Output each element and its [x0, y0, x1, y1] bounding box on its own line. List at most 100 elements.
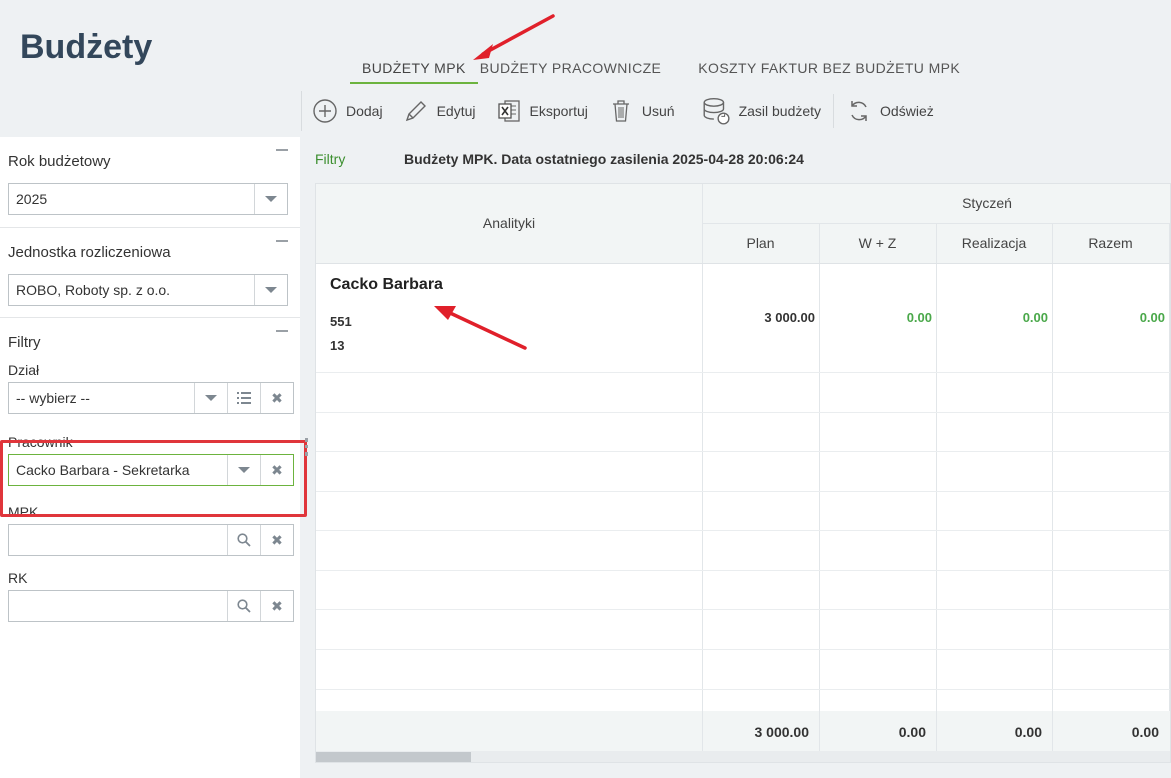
filters-link[interactable]: Filtry	[315, 151, 345, 167]
year-section-title: Rok budżetowy	[8, 153, 111, 170]
col-header-razem[interactable]: Razem	[1052, 235, 1169, 251]
add-button[interactable]: Dodaj	[302, 93, 393, 129]
left-panel: Rok budżetowy 2025 Jednostka rozliczenio…	[0, 137, 307, 778]
year-dropdown-button[interactable]	[254, 184, 287, 214]
unit-section: Jednostka rozliczeniowa ROBO, Roboty sp.…	[0, 228, 300, 318]
rk-clear-button[interactable]: ✖	[260, 591, 293, 621]
close-icon: ✖	[271, 597, 283, 614]
col-header-wz[interactable]: W + Z	[819, 235, 936, 251]
row-realizacja-value: 0.00	[1022, 310, 1048, 325]
total-realizacja-value: 0.00	[1014, 724, 1042, 740]
list-icon	[237, 392, 251, 404]
edit-button[interactable]: Edytuj	[393, 93, 486, 129]
col-header-plan[interactable]: Plan	[702, 235, 819, 251]
grid-line	[316, 570, 1170, 571]
add-label: Dodaj	[346, 103, 383, 119]
mpk-clear-button[interactable]: ✖	[260, 525, 293, 555]
unit-select[interactable]: ROBO, Roboty sp. z o.o.	[8, 274, 288, 306]
grid-line	[316, 263, 1170, 264]
refresh-label: Odśwież	[880, 103, 934, 119]
page-title: Budżety	[20, 28, 153, 66]
row-razem-value: 0.00	[1139, 310, 1165, 325]
year-select[interactable]: 2025	[8, 183, 288, 215]
toolbar-separator	[833, 94, 835, 128]
refresh-icon	[851, 101, 867, 121]
dzial-dropdown-button[interactable]	[194, 383, 227, 413]
tab-budzety-mpk[interactable]: BUDŻETY MPK	[350, 56, 478, 84]
col-header-analytics[interactable]: Analityki	[316, 215, 702, 231]
row-line1: 551	[330, 314, 352, 329]
close-icon: ✖	[271, 531, 283, 548]
total-razem-value: 0.00	[1131, 724, 1159, 740]
trash-icon	[612, 100, 629, 122]
rk-input[interactable]: ✖	[8, 590, 294, 622]
dzial-select[interactable]: -- wybierz -- ✖	[8, 382, 294, 414]
budget-grid: Analityki Styczeń Plan W + Z Realizacja …	[315, 183, 1171, 763]
grid-line	[316, 412, 1170, 413]
pencil-icon	[405, 101, 426, 122]
scrollbar-thumb[interactable]	[316, 752, 471, 762]
close-icon: ✖	[271, 389, 283, 406]
info-text: Budżety MPK. Data ostatniego zasilenia 2…	[404, 151, 804, 167]
grid-line	[316, 451, 1170, 452]
row-employee-name: Cacko Barbara	[330, 276, 443, 293]
grid-line	[702, 184, 703, 751]
grid-line	[819, 223, 820, 751]
row-plan-value: 3 000.00	[764, 310, 815, 325]
row-wz-value: 0.00	[906, 310, 932, 325]
toolbar: Dodaj Edytuj Eksportuj Usuń Zasil budżet…	[301, 91, 944, 131]
plus-circle-icon	[313, 99, 337, 123]
year-value: 2025	[16, 191, 48, 207]
splitter-handle[interactable]	[305, 438, 309, 456]
grid-line	[316, 530, 1170, 531]
chevron-down-icon	[205, 395, 217, 401]
unit-value: ROBO, Roboty sp. z o.o.	[16, 282, 171, 298]
grid-line	[316, 689, 1170, 690]
export-button[interactable]: Eksportuj	[486, 93, 598, 129]
delete-label: Usuń	[641, 103, 675, 119]
grid-line	[1052, 223, 1053, 751]
mpk-input[interactable]: ✖	[8, 524, 294, 556]
filters-section-title: Filtry	[8, 334, 41, 351]
total-plan-value: 3 000.00	[754, 724, 810, 740]
collapse-icon[interactable]	[276, 149, 288, 151]
grid-line	[936, 223, 937, 751]
chevron-down-icon	[265, 196, 277, 202]
excel-icon	[497, 100, 520, 122]
col-header-realizacja[interactable]: Realizacja	[936, 235, 1052, 251]
database-refresh-icon	[703, 97, 730, 125]
export-label: Eksportuj	[529, 103, 588, 119]
grid-line	[1169, 223, 1170, 751]
dzial-label: Dział	[8, 362, 40, 378]
dzial-clear-button[interactable]: ✖	[260, 383, 293, 413]
feed-budgets-label: Zasil budżety	[738, 103, 822, 119]
year-section: Rok budżetowy 2025	[0, 137, 300, 228]
search-icon	[237, 533, 251, 547]
tab-budzety-pracownicze[interactable]: BUDŻETY PRACOWNICZE	[478, 56, 674, 84]
dzial-value: -- wybierz --	[16, 390, 90, 406]
delete-button[interactable]: Usuń	[598, 93, 685, 129]
collapse-icon[interactable]	[276, 330, 288, 332]
col-header-month: Styczeń	[962, 195, 1012, 211]
feed-budgets-button[interactable]: Zasil budżety	[691, 93, 831, 129]
collapse-icon[interactable]	[276, 240, 288, 242]
rk-label: RK	[8, 570, 28, 586]
rk-search-button[interactable]	[227, 591, 260, 621]
row-line2: 13	[330, 338, 345, 353]
highlight-box	[0, 440, 307, 517]
grid-line	[316, 649, 1170, 650]
total-wz-value: 0.00	[898, 724, 926, 740]
grid-line	[316, 491, 1170, 492]
edit-label: Edytuj	[436, 103, 476, 119]
search-icon	[237, 599, 251, 613]
grid-line	[316, 609, 1170, 610]
chevron-down-icon	[265, 287, 277, 293]
dzial-list-button[interactable]	[227, 383, 260, 413]
grid-line	[316, 372, 1170, 373]
refresh-button[interactable]: Odśwież	[836, 93, 944, 129]
tab-koszty-faktur[interactable]: KOSZTY FAKTUR BEZ BUDŻETU MPK	[673, 56, 972, 84]
mpk-search-button[interactable]	[227, 525, 260, 555]
unit-dropdown-button[interactable]	[254, 275, 287, 305]
tab-bar: BUDŻETY MPK BUDŻETY PRACOWNICZE KOSZTY F…	[350, 56, 972, 86]
unit-section-title: Jednostka rozliczeniowa	[8, 244, 171, 261]
